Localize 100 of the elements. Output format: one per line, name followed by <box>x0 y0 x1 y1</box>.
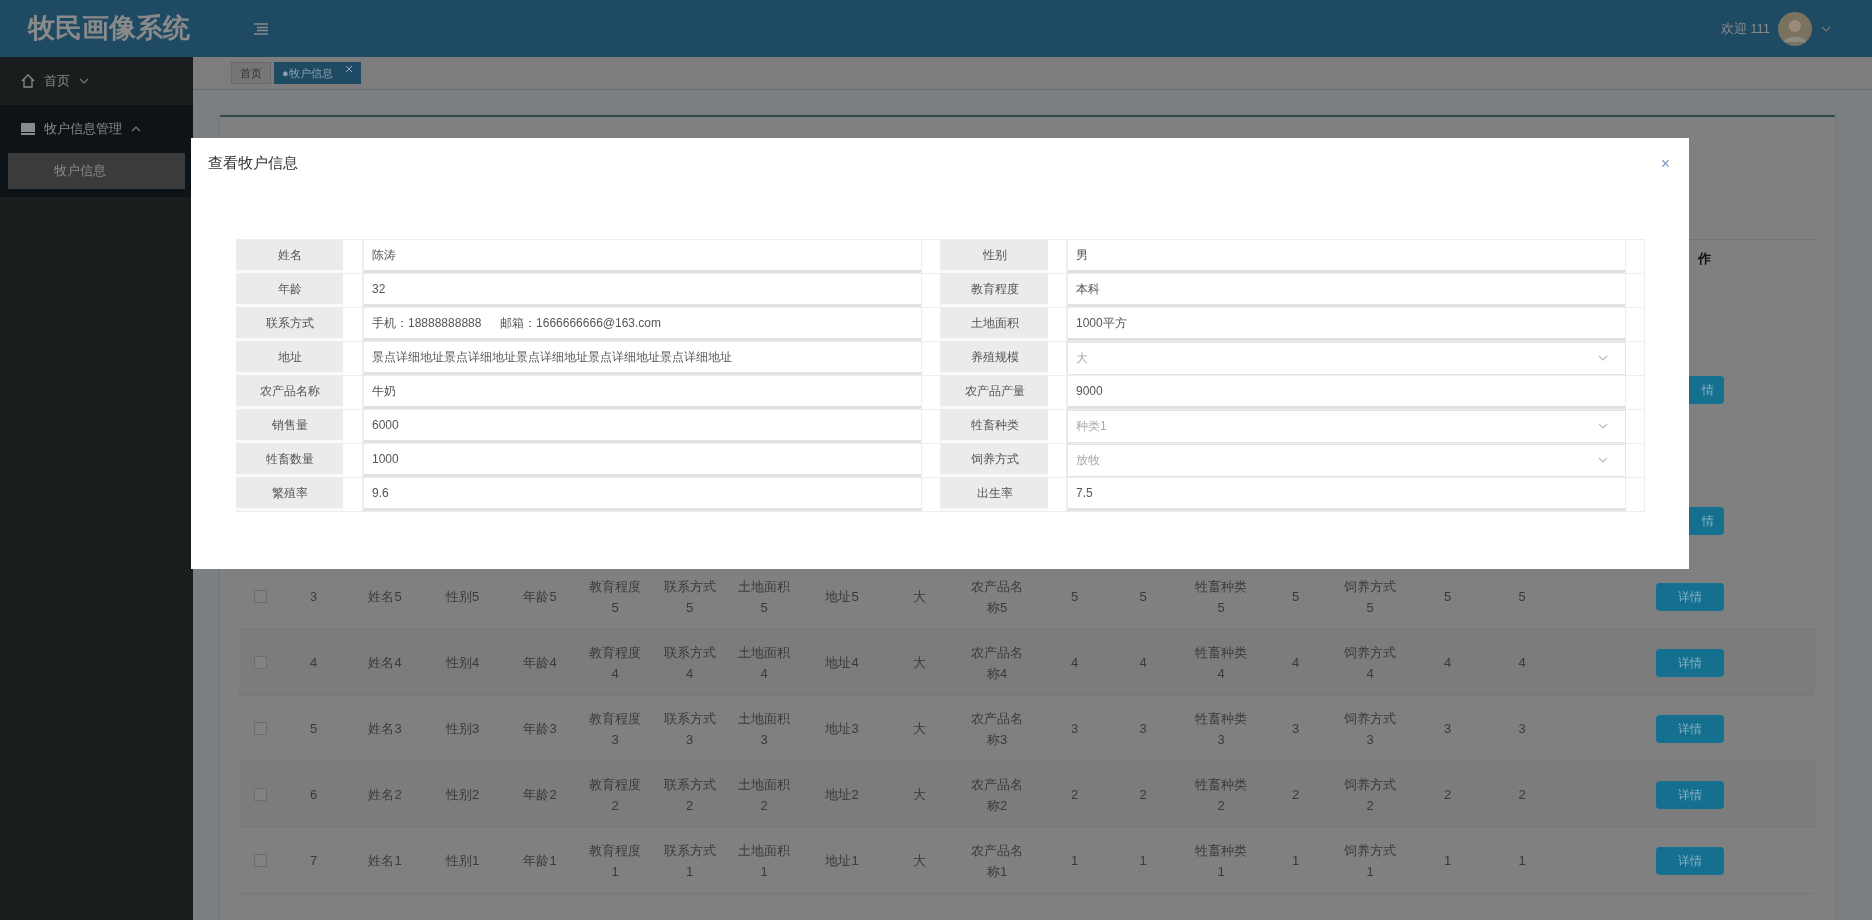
input-field[interactable]: 景点详细地址景点详细地址景点详细地址景点详细地址景点详细地址 <box>363 341 922 375</box>
table-cell-text: 6 <box>309 786 318 804</box>
table-cell-text: 牲畜种类4 <box>1194 643 1248 683</box>
table-cell-text: 土地面积5 <box>737 577 791 617</box>
table-cell-text: 2 <box>1291 786 1300 804</box>
field-label: 性别 <box>941 239 1048 273</box>
table-cell-text: 姓名1 <box>368 852 402 870</box>
table-cell-text: 3 <box>1139 720 1147 738</box>
field-label: 出生率 <box>941 477 1048 511</box>
table-cell-text: 大 <box>913 720 926 738</box>
table-cell-text: 联系方式1 <box>662 841 717 881</box>
table-cell-text: 联系方式5 <box>662 577 717 617</box>
field-label: 繁殖率 <box>236 477 343 511</box>
table-cell-text: 农产品名称2 <box>970 775 1024 815</box>
table-cell-text: 地址3 <box>825 720 859 738</box>
table-cell-text: 农产品名称1 <box>970 841 1024 881</box>
table-cell-text: 性别5 <box>445 588 480 606</box>
table-cell-text: 年龄3 <box>523 720 557 738</box>
table-cell-text: 牲畜种类5 <box>1194 577 1248 617</box>
table-cell-text: 牲畜种类3 <box>1194 709 1248 749</box>
input-field[interactable]: 牛奶 <box>363 375 922 409</box>
table-cell-text: 联系方式4 <box>662 643 717 683</box>
field-label: 姓名 <box>236 239 343 273</box>
table-cell-text: 5 <box>1070 588 1079 606</box>
table-cell-text: 土地面积1 <box>737 841 791 881</box>
table-cell-text: 性别2 <box>445 786 480 804</box>
page-tab[interactable]: ●牧户信息 <box>274 62 361 84</box>
field-label: 销售量 <box>236 409 343 443</box>
table-cell-text: 教育程度1 <box>588 841 642 881</box>
table-cell-text: 联系方式2 <box>662 775 717 815</box>
table-cell-text: 年龄5 <box>523 588 557 606</box>
welcome-text: 欢迎 111 <box>1720 19 1770 38</box>
field-label: 农产品名称 <box>236 375 343 409</box>
table-cell-text: 姓名4 <box>368 654 402 672</box>
field-label: 年龄 <box>236 273 343 307</box>
sidebar-item[interactable]: 牧户信息管理 <box>0 105 193 153</box>
input-field[interactable]: 1000平方 <box>1067 307 1626 341</box>
field-label: 土地面积 <box>941 307 1048 341</box>
input-field[interactable]: 本科 <box>1067 273 1626 307</box>
table-cell-text: 地址2 <box>825 786 859 804</box>
table-cell-text: 饲养方式1 <box>1343 841 1397 881</box>
table-cell-text: 饲养方式2 <box>1343 775 1397 815</box>
table-cell-text: 饲养方式3 <box>1343 709 1397 749</box>
home-icon <box>20 73 36 89</box>
table-cell-text: 4 <box>1070 654 1079 672</box>
field-label: 联系方式 <box>236 307 343 341</box>
table-cell-text: 5 <box>1443 588 1452 606</box>
table-cell-text: 2 <box>1139 786 1147 804</box>
sidebar-subitem[interactable]: 牧户信息 <box>8 153 185 189</box>
table-cell-text: 农产品名称5 <box>970 577 1024 617</box>
table-cell-text: 教育程度5 <box>588 577 642 617</box>
table-cell-text: 1 <box>1070 852 1079 870</box>
close-icon[interactable] <box>344 65 353 73</box>
input-field[interactable]: 1000 <box>363 443 922 477</box>
field-label: 牲畜种类 <box>941 409 1048 443</box>
table-cell-text: 农产品名称3 <box>970 709 1024 749</box>
table-cell-text: 地址1 <box>825 852 859 870</box>
table-cell-text: 联系方式3 <box>662 709 717 749</box>
table-cell-text: 年龄2 <box>523 786 557 804</box>
input-field[interactable]: 男 <box>1067 239 1626 273</box>
table-cell-text: 2 <box>1070 786 1079 804</box>
input-field[interactable]: 9.6 <box>363 477 922 511</box>
input-field[interactable]: 7.5 <box>1067 477 1626 511</box>
table-cell-text: 5 <box>309 720 318 738</box>
input-field[interactable]: 32 <box>363 273 922 307</box>
table-cell-text: 3 <box>1443 720 1452 738</box>
monitor-icon <box>20 121 36 137</box>
menu-icon[interactable] <box>253 20 269 37</box>
page-tab[interactable]: 首页 <box>231 62 271 84</box>
table-cell-text: 1 <box>1291 852 1300 870</box>
input-field[interactable]: 手机：18888888888 邮箱：1666666666@163.com <box>363 307 922 341</box>
table-cell-text: 姓名3 <box>368 720 402 738</box>
table-cell-text: 大 <box>913 654 926 672</box>
field-label: 教育程度 <box>941 273 1048 307</box>
table-cell-text: 5 <box>1291 588 1300 606</box>
table-cell-text: 饲养方式5 <box>1343 577 1397 617</box>
close-button[interactable]: × <box>1660 156 1670 172</box>
field-label: 养殖规模 <box>941 341 1048 375</box>
table-cell-text: 1 <box>1139 852 1147 870</box>
table-cell-text: 地址4 <box>825 654 859 672</box>
app-title: 牧民画像系统 <box>26 12 190 46</box>
field-label: 地址 <box>236 341 343 375</box>
table-cell-text: 年龄1 <box>523 852 557 870</box>
table-cell-text: 牲畜种类1 <box>1194 841 1248 881</box>
input-field[interactable]: 9000 <box>1067 375 1626 409</box>
table-cell-text: 大 <box>913 786 926 804</box>
field-label: 饲养方式 <box>941 443 1048 477</box>
table-cell-text: 姓名5 <box>368 588 402 606</box>
avatar-icon[interactable] <box>1778 11 1812 46</box>
table-cell-text: 教育程度2 <box>588 775 642 815</box>
table-cell-text: 姓名2 <box>368 786 402 804</box>
table-cell-text: 2 <box>1443 786 1452 804</box>
table-cell-text: 性别1 <box>445 852 480 870</box>
table-cell-text: 性别4 <box>445 654 480 672</box>
input-field[interactable]: 陈涛 <box>363 239 922 273</box>
table-cell-text: 大 <box>913 852 926 870</box>
table-cell-text: 土地面积4 <box>737 643 791 683</box>
input-field[interactable]: 6000 <box>363 409 922 443</box>
sidebar-label: 牧户信息管理 <box>44 120 122 139</box>
table-cell-text: 3 <box>309 588 318 606</box>
